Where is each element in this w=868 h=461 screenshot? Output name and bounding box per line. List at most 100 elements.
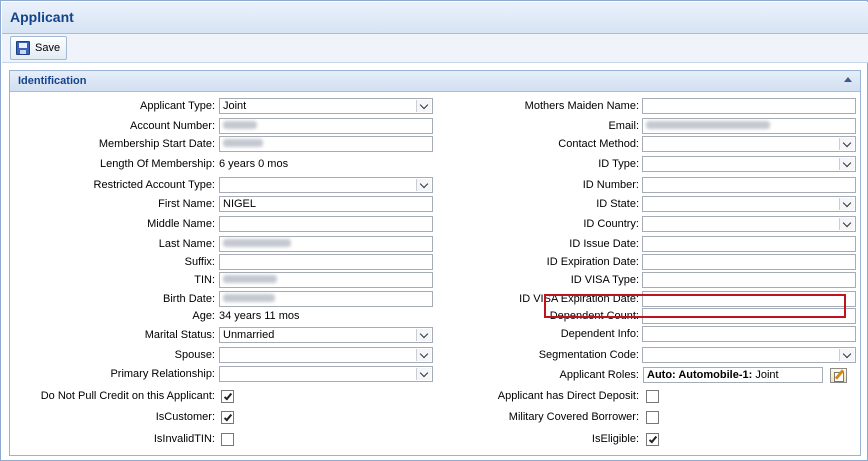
collapse-arrow-icon[interactable] <box>844 77 852 82</box>
redacted-value <box>223 139 263 148</box>
id-issue-date-field[interactable] <box>642 236 856 252</box>
id-state-select[interactable] <box>642 196 856 212</box>
applicant-roles-highlight <box>544 294 846 318</box>
account-number-label: Account Number: <box>130 120 215 132</box>
contact-method-label: Contact Method: <box>558 138 639 150</box>
membership-start-date-label: Membership Start Date: <box>98 138 215 150</box>
spouse-label: Spouse: <box>174 349 215 361</box>
spouse-select[interactable] <box>219 347 433 363</box>
save-button[interactable]: Save <box>10 36 67 60</box>
chevron-down-icon[interactable] <box>839 198 854 210</box>
first-name-label: First Name: <box>158 198 215 210</box>
first-name-field[interactable]: NIGEL <box>219 196 433 212</box>
id-number-field[interactable] <box>642 177 856 193</box>
middle-name-field[interactable] <box>219 216 433 232</box>
id-number-label: ID Number: <box>582 179 639 191</box>
window-titlebar: Applicant <box>2 2 868 34</box>
applicant-window: Applicant Save Identification Applicant … <box>0 0 868 461</box>
birth-date-label: Birth Date: <box>163 293 215 305</box>
save-button-label: Save <box>35 42 61 54</box>
id-expiration-date-label: ID Expiration Date: <box>546 256 639 268</box>
marital-status-label: Marital Status: <box>144 329 215 341</box>
is-customer-checkbox[interactable] <box>221 411 234 424</box>
redacted-value <box>223 294 275 303</box>
chevron-down-icon[interactable] <box>839 218 854 230</box>
is-eligible-label: IsEligible: <box>591 433 639 445</box>
segmentation-code-select[interactable] <box>642 347 856 363</box>
window-title: Applicant <box>10 9 74 25</box>
applicant-roles-value: Joint <box>755 369 779 381</box>
contact-method-select[interactable] <box>642 136 856 152</box>
account-number-field[interactable] <box>219 118 433 134</box>
checkmark-icon <box>223 391 232 400</box>
identification-panel: Identification Applicant Type: Joint Acc… <box>9 70 861 456</box>
redacted-value <box>223 239 291 248</box>
suffix-label: Suffix: <box>184 256 215 268</box>
primary-relationship-label: Primary Relationship: <box>110 368 215 380</box>
marital-status-select[interactable]: Unmarried <box>219 327 433 343</box>
chevron-down-icon[interactable] <box>839 138 854 150</box>
applicant-type-value: Joint <box>223 100 247 112</box>
suffix-field[interactable] <box>219 254 433 270</box>
segmentation-code-label: Segmentation Code: <box>538 349 639 361</box>
panel-title: Identification <box>18 75 87 87</box>
redacted-value <box>223 275 277 284</box>
dependent-info-label: Dependent Info: <box>560 328 639 340</box>
chevron-down-icon[interactable] <box>839 349 854 361</box>
last-name-field[interactable] <box>219 236 433 252</box>
id-country-label: ID Country: <box>583 218 639 230</box>
checkmark-icon <box>648 434 657 443</box>
floppy-disk-icon <box>16 41 30 55</box>
membership-start-date-field[interactable] <box>219 136 433 152</box>
is-invalid-tin-checkbox[interactable] <box>221 433 234 446</box>
is-eligible-checkbox[interactable] <box>646 433 659 446</box>
dependent-info-field[interactable] <box>642 326 856 342</box>
length-of-membership-value: 6 years 0 mos <box>219 158 289 170</box>
panel-header: Identification <box>10 71 860 92</box>
do-not-pull-credit-label: Do Not Pull Credit on this Applicant: <box>40 390 215 402</box>
email-label: Email: <box>608 120 639 132</box>
applicant-roles-field[interactable]: Auto: Automobile-1: Joint <box>643 367 823 383</box>
marital-status-value: Unmarried <box>223 329 275 341</box>
applicant-type-label: Applicant Type: <box>139 100 215 112</box>
restricted-account-type-select[interactable] <box>219 177 433 193</box>
length-of-membership-label: Length Of Membership: <box>100 158 215 170</box>
toolbar: Save <box>2 34 868 63</box>
id-state-label: ID State: <box>596 198 639 210</box>
birth-date-field[interactable] <box>219 291 433 307</box>
applicant-type-select[interactable]: Joint <box>219 98 433 114</box>
checkmark-icon <box>223 412 232 421</box>
chevron-down-icon[interactable] <box>839 158 854 170</box>
id-visa-type-label: ID VISA Type: <box>570 274 639 286</box>
email-field[interactable] <box>642 118 856 134</box>
redacted-value <box>646 121 770 130</box>
id-type-label: ID Type: <box>598 158 639 170</box>
id-visa-type-field[interactable] <box>642 272 856 288</box>
is-customer-label: IsCustomer: <box>155 411 215 423</box>
applicant-roles-label: Applicant Roles: <box>559 369 640 381</box>
last-name-label: Last Name: <box>158 238 215 250</box>
mothers-maiden-name-field[interactable] <box>642 98 856 114</box>
middle-name-label: Middle Name: <box>147 218 215 230</box>
tin-label: TIN: <box>194 274 215 286</box>
restricted-account-type-label: Restricted Account Type: <box>93 179 215 191</box>
mothers-maiden-name-label: Mothers Maiden Name: <box>524 100 639 112</box>
age-label: Age: <box>192 310 215 322</box>
id-expiration-date-field[interactable] <box>642 254 856 270</box>
tin-field[interactable] <box>219 272 433 288</box>
do-not-pull-credit-checkbox[interactable] <box>221 390 234 403</box>
first-name-value: NIGEL <box>223 198 257 210</box>
military-covered-borrower-label: Military Covered Borrower: <box>508 411 639 423</box>
id-country-select[interactable] <box>642 216 856 232</box>
primary-relationship-select[interactable] <box>219 366 433 382</box>
applicant-roles-role: Auto: Automobile-1: <box>647 369 753 381</box>
id-type-select[interactable] <box>642 156 856 172</box>
has-direct-deposit-label: Applicant has Direct Deposit: <box>497 390 639 402</box>
age-value: 34 years 11 mos <box>219 310 300 322</box>
has-direct-deposit-checkbox[interactable] <box>646 390 659 403</box>
edit-icon[interactable] <box>830 368 847 383</box>
redacted-value <box>223 121 257 130</box>
id-issue-date-label: ID Issue Date: <box>569 238 639 250</box>
is-invalid-tin-label: IsInvalidTIN: <box>153 433 215 445</box>
military-covered-borrower-checkbox[interactable] <box>646 411 659 424</box>
